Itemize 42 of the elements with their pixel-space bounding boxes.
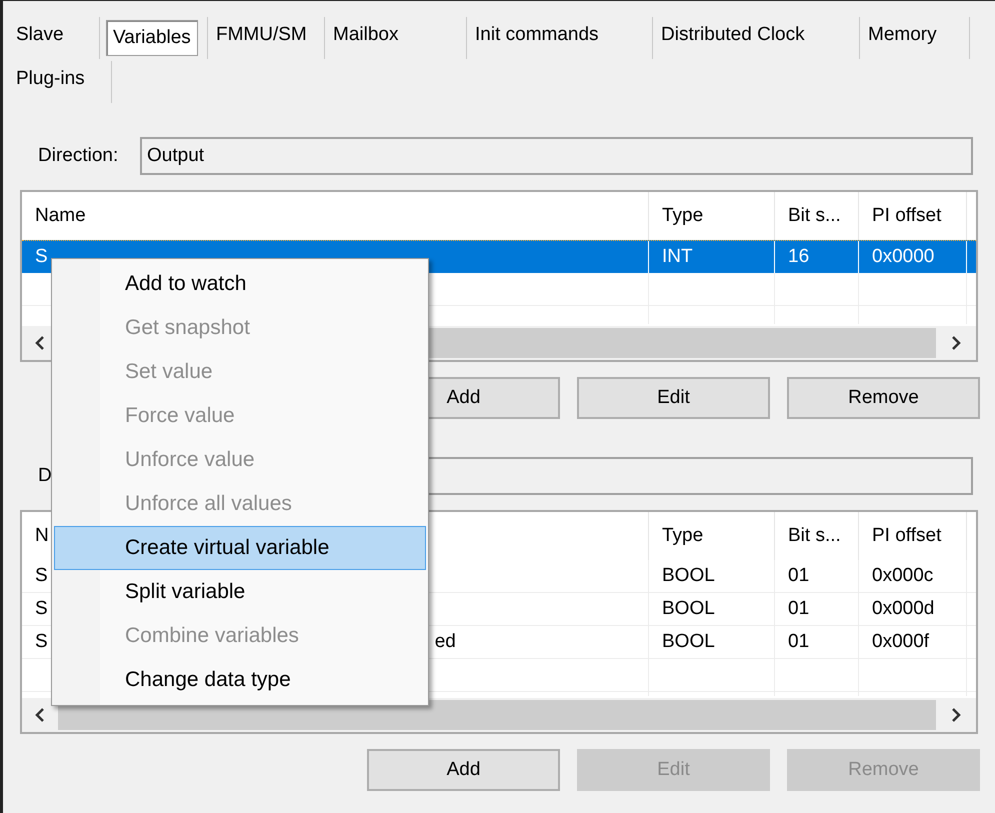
table-cell-text: S <box>35 564 48 588</box>
menu-item[interactable]: Create virtual variable <box>54 526 426 570</box>
tab[interactable]: Mailbox <box>325 17 406 59</box>
table-cell-text: BOOL <box>662 564 715 588</box>
direction-label: D <box>37 464 53 488</box>
table-cell-text: BOOL <box>662 630 715 654</box>
direction-label: Direction: <box>37 144 120 168</box>
table-cell-text: 0x000f <box>872 630 930 654</box>
table-cell-text: 0x0000 <box>872 244 934 269</box>
tab[interactable]: Variables <box>106 20 198 56</box>
tab[interactable]: Plug-ins <box>8 61 93 103</box>
table-cell-text: INT <box>662 244 693 269</box>
tab[interactable]: Memory <box>860 17 945 59</box>
scroll-right-icon[interactable] <box>951 708 961 722</box>
horizontal-scrollbar[interactable] <box>22 698 976 732</box>
table-cell-text: 0x000c <box>872 564 934 588</box>
scroll-left-icon[interactable] <box>35 336 45 350</box>
scrollbar-thumb[interactable] <box>58 700 936 730</box>
column-header[interactable]: Bit s... <box>775 512 859 560</box>
table-cell-text: S <box>35 244 48 269</box>
menu-item[interactable]: Change data type <box>54 658 426 702</box>
table-cell-text: S <box>35 596 48 621</box>
table-cell-text: 16 <box>788 244 810 269</box>
tab[interactable]: FMMU/SM <box>208 17 315 59</box>
table-cell-text: BOOL <box>662 596 715 621</box>
scroll-left-icon[interactable] <box>35 708 45 722</box>
table-cell-text: 01 <box>788 596 810 621</box>
table-cell-text: S <box>35 630 48 654</box>
table-cell-text: 0x000d <box>872 596 934 621</box>
tab[interactable]: Distributed Clock <box>653 17 813 59</box>
direction-field[interactable]: Output <box>140 137 973 175</box>
table-cell-text: ed <box>434 630 456 654</box>
column-header[interactable]: PI offset <box>859 512 967 560</box>
button[interactable]: Add <box>367 749 560 791</box>
tab[interactable]: Slave <box>8 17 72 59</box>
button[interactable]: Edit <box>577 377 770 419</box>
table-cell-text: 01 <box>788 630 810 654</box>
scroll-right-icon[interactable] <box>951 336 961 350</box>
table-cell-text: 01 <box>788 564 810 588</box>
column-header[interactable]: Type <box>649 512 775 560</box>
tab[interactable]: Init commands <box>467 17 607 59</box>
button[interactable]: Remove <box>787 377 980 419</box>
